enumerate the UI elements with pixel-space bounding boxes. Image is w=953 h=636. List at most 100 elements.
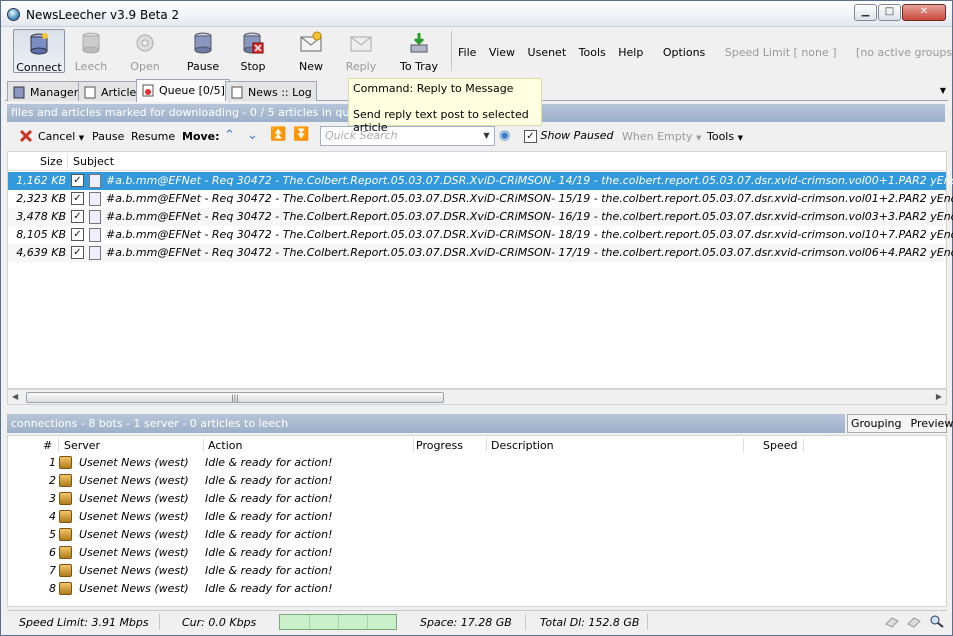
tabs-dropdown-icon[interactable]: ▼ <box>940 86 946 95</box>
to-tray-icon <box>410 33 428 53</box>
status-divider <box>159 614 160 630</box>
reply-tooltip: Command: Reply to Message Send reply tex… <box>348 78 542 134</box>
move-up-icon[interactable]: ⌃ <box>224 128 235 143</box>
maximize-button[interactable]: □ <box>878 4 901 21</box>
column-action[interactable]: Action <box>208 439 242 452</box>
column-divider <box>743 438 744 452</box>
pause-queue-button[interactable]: Pause <box>92 130 124 143</box>
speed-limit-menu[interactable]: Speed Limit [ none ] <box>725 46 837 59</box>
column-size[interactable]: Size <box>40 155 63 168</box>
pause-button[interactable]: Pause <box>177 29 229 73</box>
show-paused-label: Show Paused <box>540 129 614 142</box>
queue-list-header: Size Subject <box>8 152 946 171</box>
row-checkbox[interactable]: ✓ <box>71 174 84 187</box>
open-label: Open <box>130 60 160 73</box>
cancel-button[interactable]: Cancel ▼ <box>38 130 84 143</box>
speed-limit-status[interactable]: Speed Limit: 3.91 Mbps <box>19 616 149 629</box>
eraser-alt-icon[interactable] <box>907 615 921 628</box>
queue-tools-menu[interactable]: Tools ▼ <box>707 130 743 143</box>
move-top-icon[interactable]: ⏫ <box>270 127 286 142</box>
open-icon <box>136 34 154 52</box>
tab-queue[interactable]: Queue [0/5] <box>136 79 230 102</box>
row-size: 3,478 KB <box>16 210 66 223</box>
column-progress[interactable]: Progress <box>416 439 463 452</box>
resume-queue-button[interactable]: Resume <box>131 130 175 143</box>
close-button[interactable]: ✕ <box>902 4 946 21</box>
connection-row[interactable]: 1 Usenet News (west) Idle & ready for acti… <box>8 454 908 472</box>
active-groups-menu[interactable]: [no active groups] <box>856 46 953 59</box>
menu-options[interactable]: Options <box>663 46 705 59</box>
connections-list[interactable]: # Server Action Progress Description Spe… <box>7 435 947 607</box>
tab-manager-label: Manager <box>30 86 79 99</box>
queue-row[interactable]: 8,105 KB ✓ #a.b.mm@EFNet - Req 30472 - T… <box>8 226 953 244</box>
grouping-tab[interactable]: Grouping <box>851 417 902 430</box>
row-checkbox[interactable]: ✓ <box>71 192 84 205</box>
open-button[interactable]: Open <box>119 29 171 73</box>
cancel-x-icon <box>19 129 33 143</box>
row-checkbox[interactable]: ✓ <box>71 210 84 223</box>
column-server[interactable]: Server <box>64 439 100 452</box>
row-size: 2,323 KB <box>16 192 66 205</box>
scroll-left-icon[interactable]: ◀ <box>12 392 18 401</box>
pause-icon <box>194 32 212 54</box>
stop-button[interactable]: Stop <box>227 29 279 73</box>
leech-button[interactable]: Leech <box>65 29 117 73</box>
row-checkbox[interactable]: ✓ <box>71 228 84 241</box>
connection-server: Usenet News (west) <box>79 474 189 487</box>
stop-icon <box>243 32 264 54</box>
menu-help[interactable]: Help <box>618 46 643 59</box>
queue-row[interactable]: 1,162 KB ✓ #a.b.mm@EFNet - Req 30472 - T… <box>8 172 953 190</box>
menu-usenet[interactable]: Usenet <box>528 46 567 59</box>
total-download-status: Total Dl: 152.8 GB <box>540 616 640 629</box>
connection-number: 3 <box>49 492 56 505</box>
menu-tools[interactable]: Tools <box>579 46 606 59</box>
column-subject[interactable]: Subject <box>73 155 114 168</box>
move-bottom-icon[interactable]: ⏬ <box>293 127 309 142</box>
connection-row[interactable]: 4 Usenet News (west) Idle & ready for acti… <box>8 508 908 526</box>
reply-button[interactable]: Reply <box>335 29 387 73</box>
queue-list[interactable]: Size Subject 1,162 KB ✓ #a.b.mm@EFNet - … <box>7 151 953 389</box>
move-label: Move: <box>182 130 220 143</box>
connection-row[interactable]: 5 Usenet News (west) Idle & ready for acti… <box>8 526 908 544</box>
connection-row[interactable]: 8 Usenet News (west) Idle & ready for acti… <box>8 580 908 598</box>
queue-row[interactable]: 4,639 KB ✓ #a.b.mm@EFNet - Req 30472 - T… <box>8 244 953 262</box>
queue-row[interactable]: 3,478 KB ✓ #a.b.mm@EFNet - Req 30472 - T… <box>8 208 953 226</box>
connection-row[interactable]: 3 Usenet News (west) Idle & ready for acti… <box>8 490 908 508</box>
connection-number: 5 <box>49 528 56 541</box>
menu-view[interactable]: View <box>489 46 515 59</box>
menu-file[interactable]: File <box>458 46 476 59</box>
queue-horizontal-scrollbar[interactable]: ◀ ||| ▶ <box>7 389 947 405</box>
when-empty-menu[interactable]: When Empty ▼ <box>622 130 701 143</box>
connect-icon <box>30 33 48 55</box>
scroll-thumb[interactable]: ||| <box>26 392 444 403</box>
connection-row[interactable]: 2 Usenet News (west) Idle & ready for acti… <box>8 472 908 490</box>
to-tray-button[interactable]: To Tray <box>393 29 445 73</box>
preview-tab[interactable]: Preview <box>911 417 953 430</box>
row-size: 8,105 KB <box>16 228 66 241</box>
log-icon <box>231 86 243 99</box>
connection-row[interactable]: 7 Usenet News (west) Idle & ready for acti… <box>8 562 908 580</box>
app-window: NewsLeecher v3.9 Beta 2 ▁ □ ✕ Connect Le… <box>0 0 953 636</box>
column-divider <box>58 438 59 452</box>
column-number[interactable]: # <box>43 439 52 452</box>
column-description[interactable]: Description <box>491 439 554 452</box>
column-speed[interactable]: Speed <box>763 439 797 452</box>
connect-button[interactable]: Connect <box>13 29 65 74</box>
move-down-icon[interactable]: ⌄ <box>247 128 258 143</box>
scroll-right-icon[interactable]: ▶ <box>936 392 942 401</box>
connection-server: Usenet News (west) <box>79 456 189 469</box>
leech-label: Leech <box>74 60 108 73</box>
minimize-button[interactable]: ▁ <box>854 4 877 21</box>
show-paused-toggle[interactable]: ✓ Show Paused <box>524 129 614 143</box>
queue-row[interactable]: 2,323 KB ✓ #a.b.mm@EFNet - Req 30472 - T… <box>8 190 953 208</box>
connection-server: Usenet News (west) <box>79 582 189 595</box>
tab-news-log[interactable]: News :: Log <box>225 81 317 101</box>
tab-manager[interactable]: Manager <box>7 81 84 101</box>
new-button[interactable]: New <box>285 29 337 73</box>
eraser-icon[interactable] <box>885 615 899 628</box>
cancel-label: Cancel <box>38 130 76 143</box>
search-icon[interactable] <box>930 615 944 628</box>
connection-row[interactable]: 6 Usenet News (west) Idle & ready for acti… <box>8 544 908 562</box>
articles-icon <box>84 86 96 99</box>
row-checkbox[interactable]: ✓ <box>71 246 84 259</box>
